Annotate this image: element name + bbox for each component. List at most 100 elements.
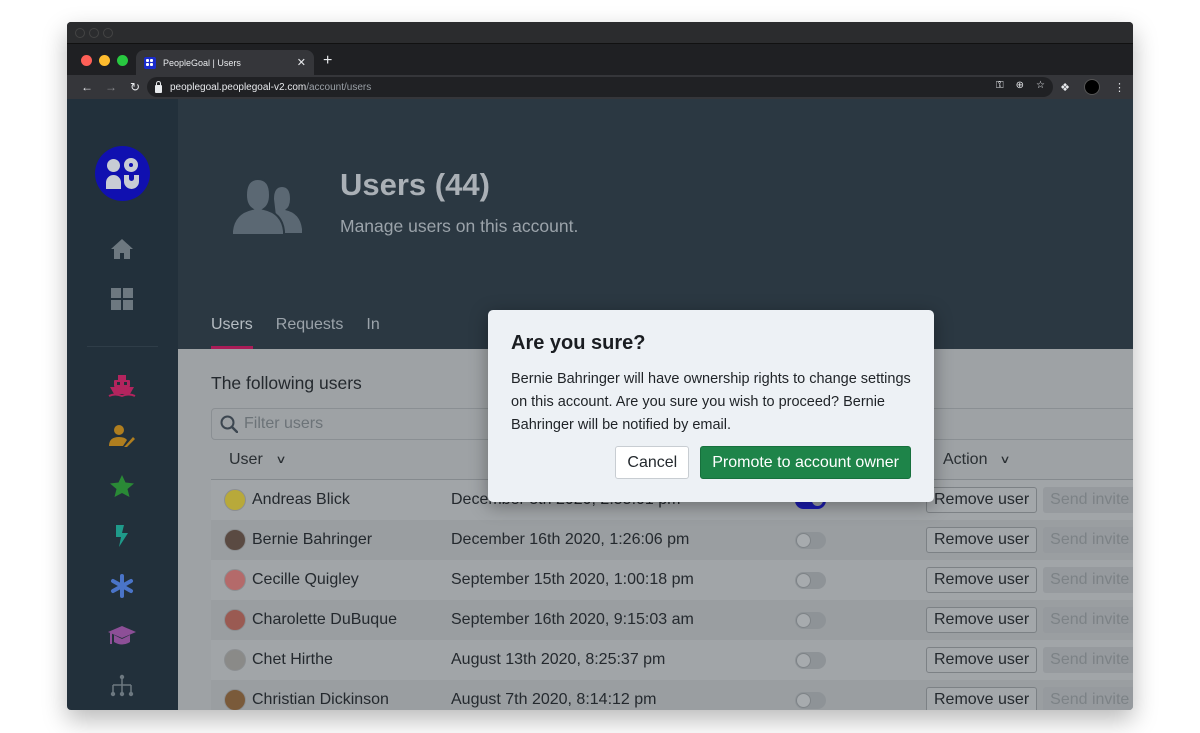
home-icon[interactable] [107, 235, 137, 263]
column-action[interactable]: Action ∨ [943, 450, 1012, 469]
owner-toggle[interactable] [795, 611, 826, 629]
puzzle-extension-icon[interactable]: ❖ [1060, 81, 1070, 94]
avatar [224, 689, 246, 710]
remove-user-button[interactable]: Remove user [926, 607, 1038, 633]
star-icon[interactable] [107, 472, 137, 500]
peoplegoal-logo[interactable] [95, 146, 150, 201]
user-name[interactable]: Chet Hirthe [252, 651, 333, 669]
user-name[interactable]: Charolette DuBuque [252, 611, 397, 629]
send-invite-button[interactable]: Send invite [1043, 647, 1133, 673]
omnibox-icons: ⚿ ⊕ ☆ [996, 80, 1045, 91]
owner-toggle[interactable] [795, 531, 826, 549]
lock-icon [155, 80, 162, 93]
browser-toolbar: ← → ↻ peoplegoal.peoplegoal-v2.com/accou… [67, 75, 1133, 99]
send-invite-button[interactable]: Send invite [1043, 527, 1133, 553]
asterisk-icon[interactable] [107, 572, 137, 600]
table-row: Christian Dickinson August 7th 2020, 8:1… [211, 680, 1133, 710]
user-name[interactable]: Andreas Blick [252, 491, 350, 509]
column-action-label: Action [943, 450, 988, 468]
ghost-dot [89, 27, 99, 38]
dashboard-grid-icon[interactable] [107, 285, 137, 313]
tab-title: PeopleGoal | Users [163, 57, 241, 68]
user-name[interactable]: Christian Dickinson [252, 691, 389, 709]
user-edit-icon[interactable] [107, 422, 137, 450]
owner-cell [795, 611, 926, 629]
main-area: Users (44) Manage users on this account.… [178, 99, 1133, 710]
owner-cell [795, 651, 926, 669]
owner-toggle[interactable] [795, 571, 826, 589]
user-cell: Bernie Bahringer [211, 529, 451, 551]
page-subtitle: Manage users on this account. [340, 216, 579, 236]
close-tab-icon[interactable]: ✕ [297, 56, 306, 69]
forward-arrow-icon[interactable]: → [99, 80, 123, 94]
browser-tab-active[interactable]: PeopleGoal | Users ✕ [136, 50, 314, 75]
address-bar[interactable]: peoplegoal.peoplegoal-v2.com/account/use… [147, 77, 1053, 97]
graduation-cap-icon[interactable] [107, 622, 137, 650]
ghost-dot [75, 27, 85, 38]
org-chart-icon[interactable] [107, 672, 137, 700]
page-tabs: Users Requests In [211, 316, 380, 349]
user-date: September 16th 2020, 9:15:03 am [451, 611, 694, 628]
close-window-button[interactable] [81, 55, 92, 66]
kebab-menu-icon[interactable]: ⋮ [1114, 81, 1125, 94]
new-tab-button[interactable]: + [323, 52, 332, 70]
tab-requests[interactable]: Requests [276, 316, 344, 349]
dialog-message: Bernie Bahringer will have ownership rig… [511, 371, 911, 433]
maximize-window-button[interactable] [117, 55, 128, 66]
extension-icons: ❖ ⋮ [1060, 79, 1125, 95]
promote-to-owner-button[interactable]: Promote to account owner [700, 446, 911, 479]
table-row: Chet Hirthe August 13th 2020, 8:25:37 pm… [211, 640, 1133, 680]
user-cell: Charolette DuBuque [211, 609, 451, 631]
profile-avatar[interactable] [1084, 79, 1100, 95]
tab-invites[interactable]: In [366, 316, 379, 349]
bolt-icon[interactable] [107, 522, 137, 550]
owner-cell [795, 571, 926, 589]
chevron-down-icon: ∨ [275, 454, 287, 466]
user-date: December 16th 2020, 1:26:06 pm [451, 531, 690, 548]
user-cell: Christian Dickinson [211, 689, 451, 710]
table-row: Bernie Bahringer December 16th 2020, 1:2… [211, 520, 1133, 560]
cancel-button[interactable]: Cancel [615, 446, 690, 479]
avatar [224, 489, 246, 511]
owner-toggle[interactable] [795, 691, 826, 709]
url-host: peoplegoal.peoplegoal-v2.com [170, 81, 307, 93]
users-group-icon [230, 177, 306, 242]
minimize-window-button[interactable] [99, 55, 110, 66]
column-user-label: User [229, 450, 263, 468]
action-cell: Remove user Send invite [926, 647, 1133, 673]
confirm-dialog: Are you sure? Bernie Bahringer will have… [488, 310, 934, 502]
owner-cell [795, 691, 926, 709]
avatar [224, 649, 246, 671]
tab-users[interactable]: Users [211, 316, 253, 349]
user-name[interactable]: Cecille Quigley [252, 571, 359, 589]
send-invite-button[interactable]: Send invite [1043, 487, 1133, 513]
zoom-icon[interactable]: ⊕ [1016, 80, 1024, 91]
search-icon [220, 415, 238, 433]
send-invite-button[interactable]: Send invite [1043, 607, 1133, 633]
url-path: /account/users [306, 81, 372, 93]
avatar [224, 609, 246, 631]
remove-user-button[interactable]: Remove user [926, 687, 1038, 710]
star-bookmark-icon[interactable]: ☆ [1036, 80, 1045, 91]
remove-user-button[interactable]: Remove user [926, 567, 1038, 593]
key-icon[interactable]: ⚿ [996, 80, 1004, 91]
send-invite-button[interactable]: Send invite [1043, 687, 1133, 710]
user-date: September 15th 2020, 1:00:18 pm [451, 571, 694, 588]
remove-user-button[interactable]: Remove user [926, 487, 1038, 513]
back-arrow-icon[interactable]: ← [75, 80, 99, 94]
ship-icon[interactable] [107, 372, 137, 400]
user-cell: Chet Hirthe [211, 649, 451, 671]
remove-user-button[interactable]: Remove user [926, 647, 1038, 673]
browser-window: PeopleGoal | Users ✕ + ← → ↻ peoplegoal.… [67, 22, 1133, 710]
chevron-down-icon: ∨ [999, 454, 1012, 466]
users-table-body: Andreas Blick December 8th 2020, 2:55:01… [211, 480, 1133, 710]
owner-toggle[interactable] [795, 651, 826, 669]
action-cell: Remove user Send invite [926, 607, 1133, 633]
remove-user-button[interactable]: Remove user [926, 527, 1038, 553]
page-viewport: Users (44) Manage users on this account.… [67, 99, 1133, 710]
owner-cell [795, 531, 926, 549]
send-invite-button[interactable]: Send invite [1043, 567, 1133, 593]
user-name[interactable]: Bernie Bahringer [252, 531, 372, 549]
dialog-title: Are you sure? [511, 332, 646, 354]
reload-icon[interactable]: ↻ [123, 80, 147, 94]
